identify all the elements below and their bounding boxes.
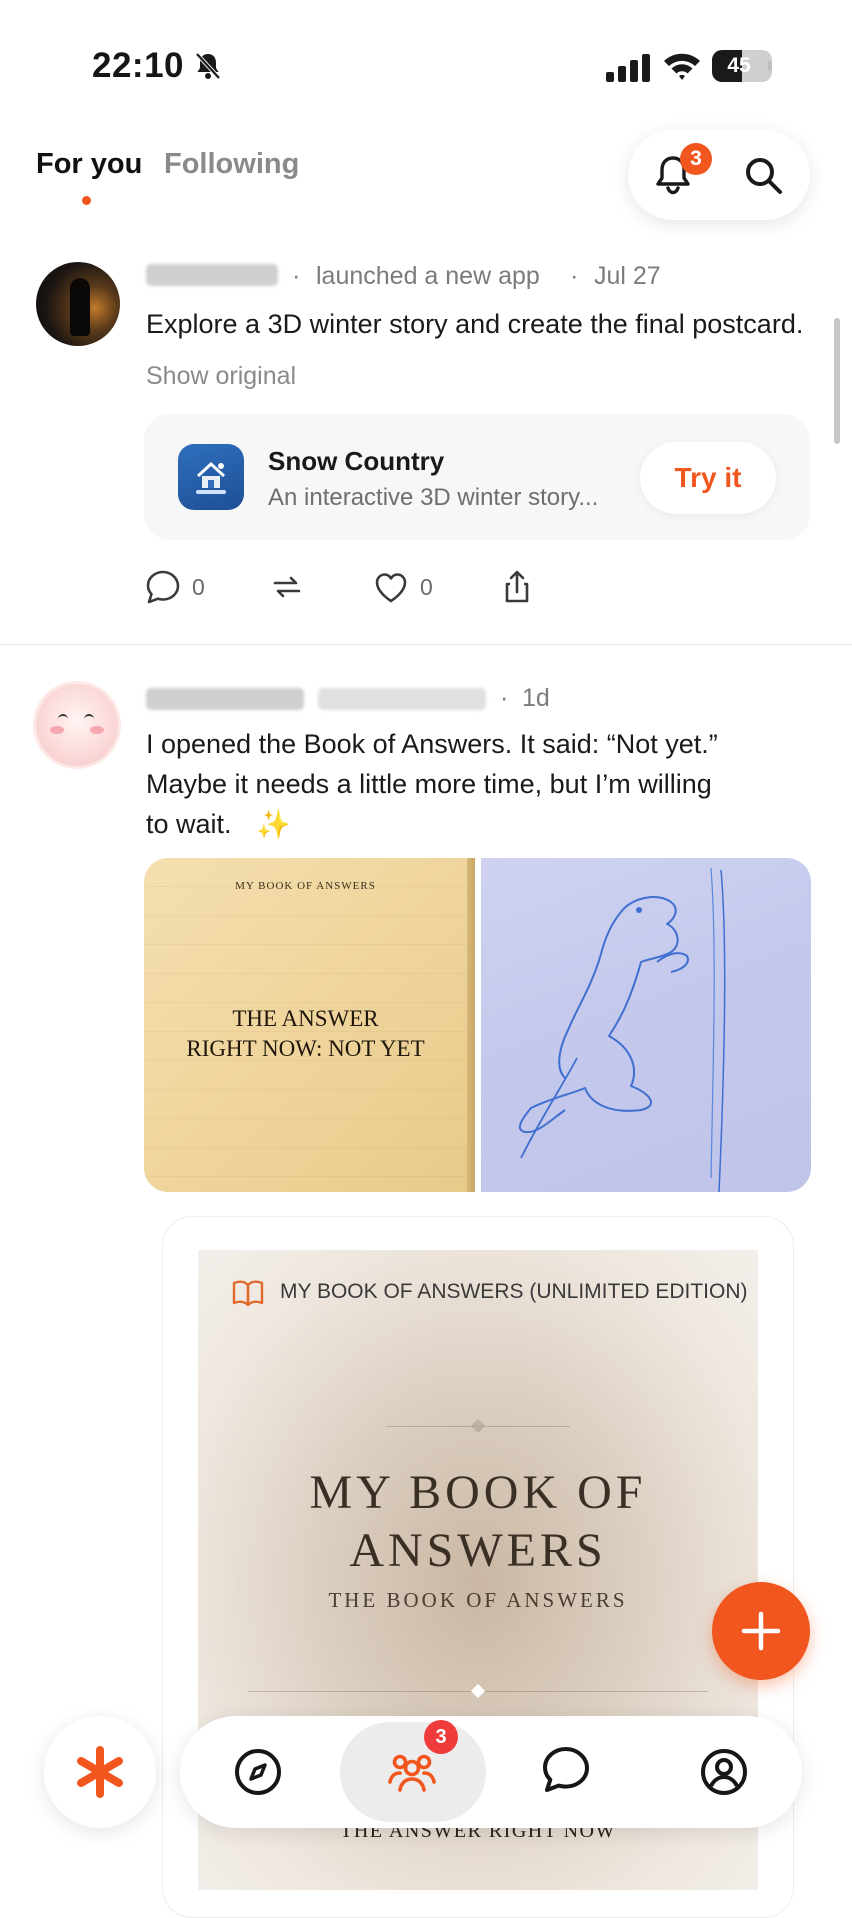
heart-icon[interactable] <box>372 568 410 606</box>
notification-badge: 3 <box>680 143 712 175</box>
sparkle-emoji: ✨ <box>256 809 291 840</box>
status-time: 22:10 <box>92 46 185 85</box>
embedded-title-line: MY BOOK OF <box>309 1466 647 1519</box>
battery-icon: 45 <box>712 50 772 82</box>
like-count: 0 <box>420 574 433 600</box>
wifi-icon <box>664 53 700 80</box>
compass-icon[interactable] <box>232 1746 284 1798</box>
active-tab-indicator <box>82 196 91 205</box>
create-post-button[interactable] <box>712 1582 810 1680</box>
search-icon[interactable] <box>742 154 784 196</box>
avatar[interactable] <box>36 262 120 346</box>
author-name-redacted[interactable] <box>146 688 304 710</box>
post-text: Explore a 3D winter story and create the… <box>146 309 804 339</box>
chat-bubble-icon[interactable] <box>540 1744 592 1796</box>
bear-sketch <box>518 867 726 1192</box>
post-date: 1d <box>522 684 550 712</box>
tab-following[interactable]: Following <box>164 148 299 181</box>
book-icon <box>232 1280 264 1307</box>
author-handle-redacted[interactable] <box>318 688 486 710</box>
profile-icon[interactable] <box>698 1746 750 1798</box>
embedded-subtitle: THE BOOK OF ANSWERS <box>328 1588 628 1612</box>
tab-for-you[interactable]: For you <box>36 148 142 181</box>
post-meta-separator: · <box>292 262 301 290</box>
plus-icon <box>741 1611 781 1651</box>
avatar[interactable] <box>36 684 118 766</box>
post-date: Jul 27 <box>594 262 661 290</box>
asterisk-icon <box>77 1746 123 1798</box>
battery-level: 45 <box>727 54 751 77</box>
author-name-redacted[interactable] <box>146 264 278 286</box>
community-badge: 3 <box>424 1720 458 1754</box>
post-meta-separator: · <box>570 262 579 290</box>
book-page-header: MY BOOK OF ANSWERS <box>235 880 376 892</box>
post-meta-separator: · <box>500 684 509 712</box>
post-action: launched a new app <box>316 262 540 290</box>
post-text-line: to wait. <box>146 809 232 839</box>
post-text-line: Maybe it needs a little more time, but I… <box>146 769 712 799</box>
people-icon[interactable] <box>386 1746 438 1798</box>
app-title: Snow Country <box>268 446 445 476</box>
comment-count: 0 <box>192 574 205 600</box>
scrollbar[interactable] <box>834 318 840 444</box>
app-icon <box>178 444 244 510</box>
post-image-bear-drawing[interactable] <box>481 858 811 1192</box>
book-answer-line: THE ANSWER <box>232 1006 379 1031</box>
post-divider <box>0 644 852 645</box>
post-text-line: I opened the Book of Answers. It said: “… <box>146 729 718 759</box>
nav-home[interactable] <box>44 1716 156 1828</box>
book-answer-line: RIGHT NOW: NOT YET <box>186 1036 425 1061</box>
signal-icon <box>606 54 650 82</box>
bell-off-icon <box>195 52 221 80</box>
embedded-app-header: MY BOOK OF ANSWERS (UNLIMITED EDITION) <box>280 1280 748 1303</box>
try-it-button[interactable]: Try it <box>640 442 776 514</box>
show-original-link[interactable]: Show original <box>146 362 296 391</box>
post-image-book-page[interactable]: MY BOOK OF ANSWERS THE ANSWER RIGHT NOW:… <box>144 858 475 1192</box>
embedded-title-line: ANSWERS <box>349 1524 607 1577</box>
share-icon[interactable] <box>498 568 536 606</box>
app-subtitle: An interactive 3D winter story... <box>268 484 599 511</box>
comment-icon[interactable] <box>144 568 182 606</box>
repost-icon[interactable] <box>268 568 306 606</box>
